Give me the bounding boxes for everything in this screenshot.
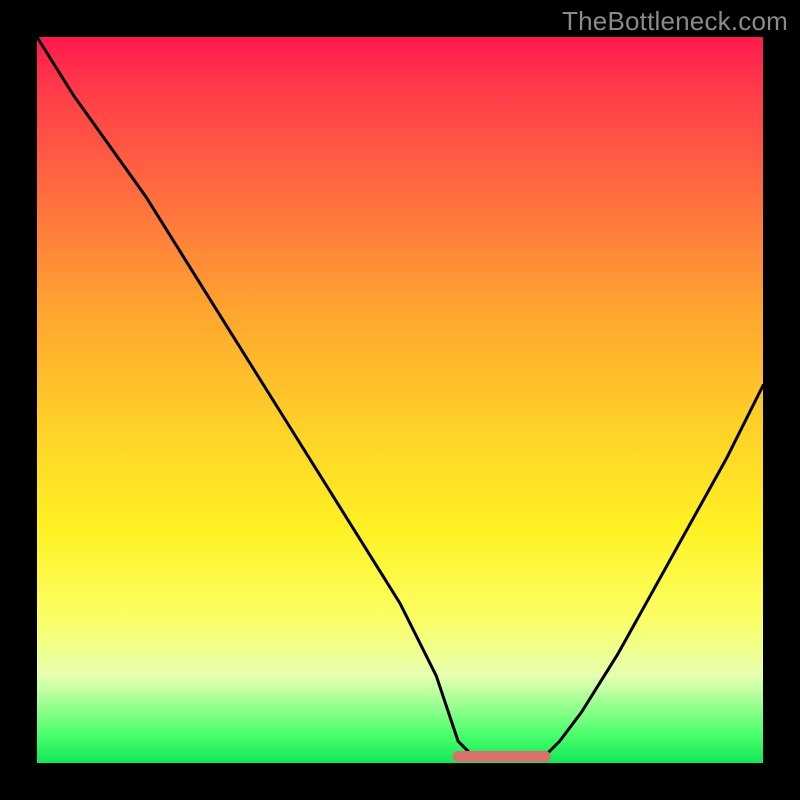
watermark-text: TheBottleneck.com: [562, 6, 788, 37]
curve-layer: [37, 37, 763, 763]
bottleneck-curve: [37, 37, 763, 759]
chart-frame: TheBottleneck.com: [0, 0, 800, 800]
plot-area: [37, 37, 763, 763]
